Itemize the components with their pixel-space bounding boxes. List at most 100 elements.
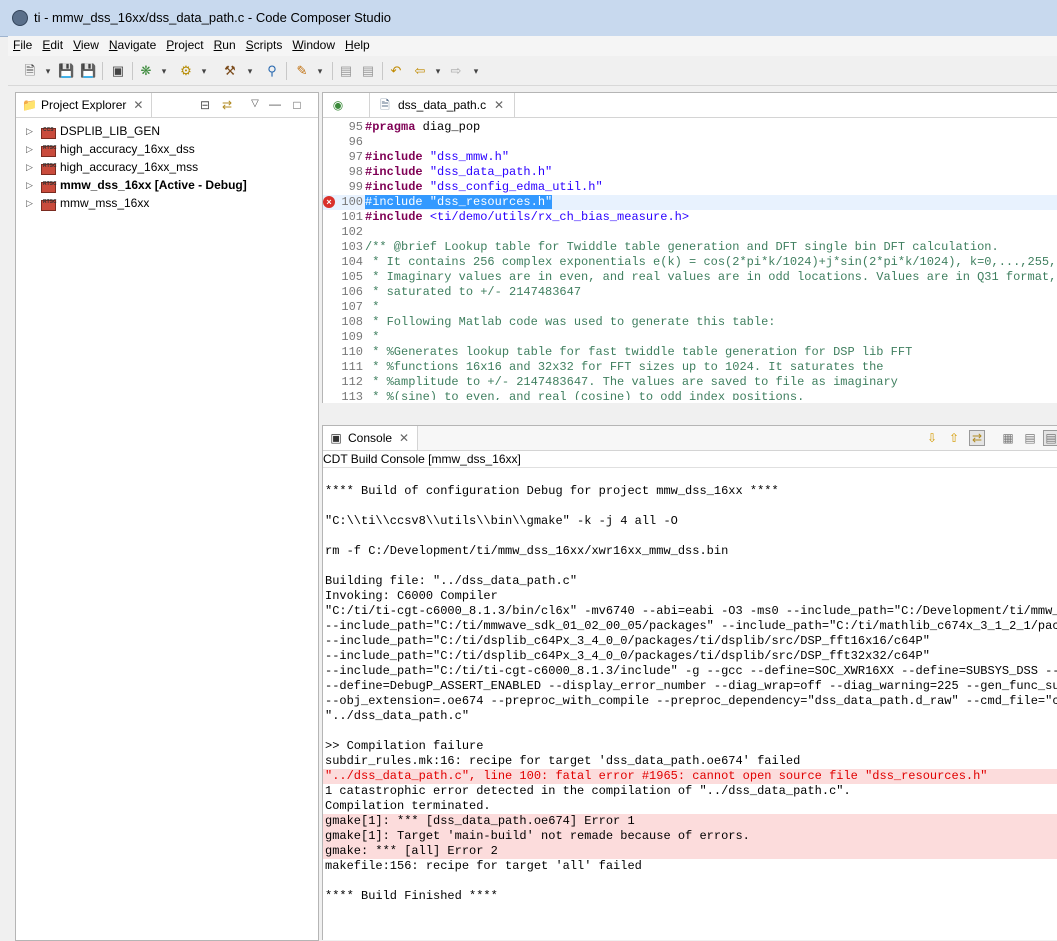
menu-project[interactable]: Project: [161, 36, 208, 54]
tree-item-label: DSPLIB_LIB_GEN: [60, 124, 161, 138]
last-edit-icon[interactable]: ↶: [388, 63, 404, 79]
close-icon[interactable]: ✕: [397, 431, 411, 445]
next-error-icon[interactable]: ⇩: [925, 431, 939, 445]
console-tab[interactable]: ▣ Console ✕: [323, 426, 419, 450]
forward-icon[interactable]: ⇨: [448, 63, 464, 79]
line-number: 104: [341, 255, 363, 269]
pin-console-icon[interactable]: ▤: [1023, 431, 1037, 445]
menu-bar: File Edit View Navigate Project Run Scripts Win…: [8, 36, 1057, 56]
menu-scripts[interactable]: Scripts: [241, 36, 288, 54]
chevron-down-icon[interactable]: ▾: [196, 63, 212, 79]
expand-arrow-icon[interactable]: ▷: [26, 158, 33, 176]
code-line: 112 * %amplitude to +/- 2147483647. The …: [323, 375, 1057, 390]
prev-annotation-icon[interactable]: ▤: [338, 63, 354, 79]
scroll-lock-icon[interactable]: ▦: [1001, 431, 1015, 445]
chevron-down-icon[interactable]: ▾: [312, 63, 328, 79]
code-text: * saturated to +/- 2147483647: [365, 285, 582, 299]
tree-item[interactable]: ▷ RTSC mmw_mss_16xx: [16, 194, 318, 212]
chevron-down-icon[interactable]: ▾: [242, 63, 258, 79]
expand-arrow-icon[interactable]: ▷: [26, 194, 33, 212]
view-menu-icon[interactable]: ▽: [248, 97, 262, 111]
menu-file[interactable]: File: [8, 36, 37, 54]
code-text: * Following Matlab code was used to gene…: [365, 315, 776, 329]
new-icon[interactable]: 🗎: [22, 63, 38, 79]
line-number: 108: [341, 315, 363, 329]
close-icon[interactable]: ✕: [131, 98, 145, 112]
editor-panel: ◉ 🗎 dss_data_path.c ✕ 95 #pragma diag_pop…: [322, 92, 1057, 403]
menu-window[interactable]: Window: [287, 36, 340, 54]
tree-item[interactable]: ▷ RTSC high_accuracy_16xx_mss: [16, 158, 318, 176]
code-line: 99 #include "dss_config_edma_util.h": [323, 180, 1057, 195]
chevron-down-icon[interactable]: ▾: [40, 63, 56, 79]
flash-icon[interactable]: ⚙: [178, 63, 194, 79]
console-line: **** Build Finished ****: [325, 889, 498, 903]
app-icon: [12, 10, 28, 26]
project-explorer-tab[interactable]: 📁 Project Explorer ✕: [16, 93, 153, 117]
console-line: "C:\\ti\\ccsv8\\utils\\bin\\gmake" -k -j…: [325, 514, 678, 528]
link-console-icon[interactable]: ⇄: [969, 430, 985, 446]
project-explorer-title: Project Explorer: [41, 98, 127, 112]
menu-run[interactable]: Run: [209, 36, 241, 54]
menu-help[interactable]: Help: [340, 36, 375, 54]
menu-edit[interactable]: Edit: [37, 36, 68, 54]
expand-arrow-icon[interactable]: ▷: [26, 176, 33, 194]
tree-item-label: high_accuracy_16xx_mss: [60, 160, 199, 174]
tree-item[interactable]: ▷ RTSC high_accuracy_16xx_dss: [16, 140, 318, 158]
code-text: * %functions 16x16 and 32x32 for FFT siz…: [365, 360, 884, 374]
save-icon[interactable]: 💾: [58, 63, 74, 79]
menu-navigate[interactable]: Navigate: [104, 36, 161, 54]
maximize-icon[interactable]: □: [290, 98, 304, 112]
save-all-icon[interactable]: 💾: [80, 63, 96, 79]
editor-tab[interactable]: 🗎 dss_data_path.c ✕: [369, 93, 516, 117]
console-tab-label: Console: [348, 431, 393, 445]
error-marker-icon[interactable]: ×: [323, 196, 335, 208]
expand-arrow-icon[interactable]: ▷: [26, 140, 33, 158]
console-line: "../dss_data_path.c": [325, 709, 470, 723]
tree-item[interactable]: ▷ RTSC mmw_dss_16xx [Active - Debug]: [16, 176, 318, 194]
link-editor-icon[interactable]: ⇄: [220, 98, 234, 112]
collapse-all-icon[interactable]: ⊟: [198, 98, 212, 112]
minimize-icon[interactable]: —: [268, 97, 282, 111]
prev-error-icon[interactable]: ⇧: [947, 431, 961, 445]
display-console-icon[interactable]: ▤: [1043, 430, 1057, 446]
console-line: Invoking: C6000 Compiler: [325, 589, 498, 603]
line-number: 106: [341, 285, 363, 299]
code-text: #include <ti/demo/utils/rx_ch_bias_measu…: [365, 210, 690, 224]
code-line: 110 * %Generates lookup table for fast t…: [323, 345, 1057, 360]
tree-item[interactable]: ▷ CCS DSPLIB_LIB_GEN: [16, 122, 318, 140]
hammer-icon[interactable]: ⚒: [222, 63, 238, 79]
next-annotation-icon[interactable]: ▤: [360, 63, 376, 79]
main-toolbar: 🗎 ▾ 💾 💾 ▣ ❋ ▾ ⚙ ▾ ⚒ ▾ ⚲ ✎ ▾ ▤ ▤ ↶ ⇦ ▾ ⇨ …: [8, 57, 1057, 86]
code-text: * It contains 256 complex exponentials e…: [365, 255, 1057, 269]
chevron-down-icon[interactable]: ▾: [430, 63, 446, 79]
close-icon[interactable]: ✕: [492, 98, 506, 112]
code-text: #include "dss_config_edma_util.h": [365, 180, 603, 194]
line-number: 113: [341, 390, 363, 400]
chevron-down-icon[interactable]: ▾: [156, 63, 172, 79]
code-text: *: [365, 330, 380, 344]
tree-item-label: mmw_mss_16xx: [60, 196, 150, 210]
line-number: 99: [348, 180, 363, 194]
console-line: --include_path="C:/ti/mmwave_sdk_01_02_0…: [325, 619, 1057, 633]
console-output[interactable]: **** Build of configuration Debug for pr…: [323, 469, 1057, 939]
project-icon: RTSC: [40, 142, 57, 157]
search-icon[interactable]: ⚲: [264, 63, 280, 79]
back-icon[interactable]: ⇦: [412, 63, 428, 79]
chevron-down-icon[interactable]: ▾: [468, 63, 484, 79]
debug-icon[interactable]: ❋: [138, 63, 154, 79]
line-number: 107: [341, 300, 363, 314]
code-editor[interactable]: 95 #pragma diag_pop 96 97 #include "dss_mmw.…: [323, 120, 1057, 400]
code-text: * Imaginary values are in even, and real…: [365, 270, 1057, 284]
menu-view[interactable]: View: [68, 36, 104, 54]
console-line: gmake[1]: Target 'main-build' not remade…: [323, 829, 1057, 844]
code-text: #include "dss_mmw.h": [365, 150, 510, 164]
expand-arrow-icon[interactable]: ▷: [26, 122, 33, 140]
debug-view-icon[interactable]: ◉: [331, 98, 345, 112]
terminal-icon[interactable]: ▣: [110, 63, 126, 79]
code-line: 101 #include <ti/demo/utils/rx_ch_bias_me…: [323, 210, 1057, 225]
pen-icon[interactable]: ✎: [294, 63, 310, 79]
line-number: 101: [341, 210, 363, 224]
window-title: ti - mmw_dss_16xx/dss_data_path.c - Code…: [34, 10, 391, 25]
